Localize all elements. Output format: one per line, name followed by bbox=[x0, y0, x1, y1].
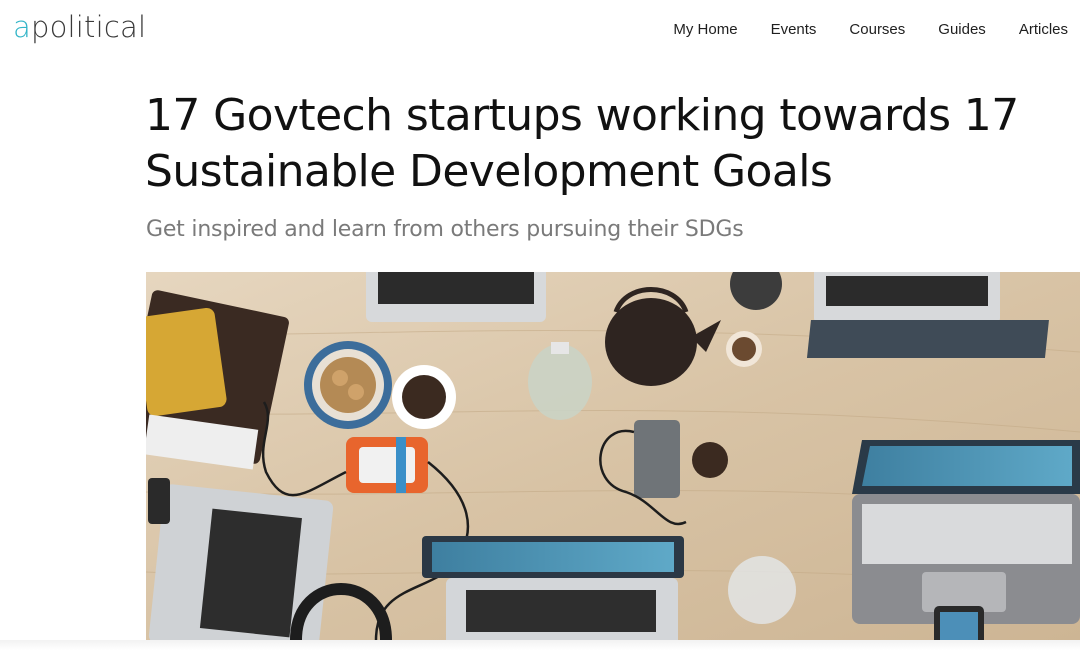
espresso-cup-2 bbox=[692, 442, 728, 478]
page-bottom-edge bbox=[0, 640, 1080, 650]
article-subtitle: Get inspired and learn from others pursu… bbox=[146, 217, 744, 242]
site-header: apolitical My Home Events Courses Guides… bbox=[0, 0, 1080, 62]
logo-text: political bbox=[30, 10, 147, 44]
laptop-bottom-center bbox=[422, 536, 684, 640]
nav-articles[interactable]: Articles bbox=[1019, 20, 1068, 40]
nav-guides[interactable]: Guides bbox=[938, 20, 986, 40]
snack-bowl bbox=[304, 341, 392, 429]
grey-drive bbox=[634, 420, 680, 498]
hero-photo-illustration bbox=[146, 272, 1080, 640]
laptop-bottom-right bbox=[852, 440, 1080, 624]
drinking-glass bbox=[728, 556, 796, 624]
nav-events[interactable]: Events bbox=[771, 20, 817, 40]
apolitical-logo[interactable]: apolitical bbox=[13, 10, 146, 44]
logo-accent-letter: a bbox=[13, 10, 31, 44]
hero-photo bbox=[146, 272, 1080, 640]
nav-courses[interactable]: Courses bbox=[849, 20, 905, 40]
main-nav: My Home Events Courses Guides Articles bbox=[640, 20, 1068, 40]
article-title: 17 Govtech startups working towards 17 S… bbox=[145, 90, 1019, 197]
nav-my-home[interactable]: My Home bbox=[673, 20, 737, 40]
laptop-top-center bbox=[366, 272, 546, 322]
page: apolitical My Home Events Courses Guides… bbox=[0, 0, 1080, 650]
phone-left bbox=[148, 478, 170, 524]
external-hard-drive bbox=[346, 437, 428, 493]
